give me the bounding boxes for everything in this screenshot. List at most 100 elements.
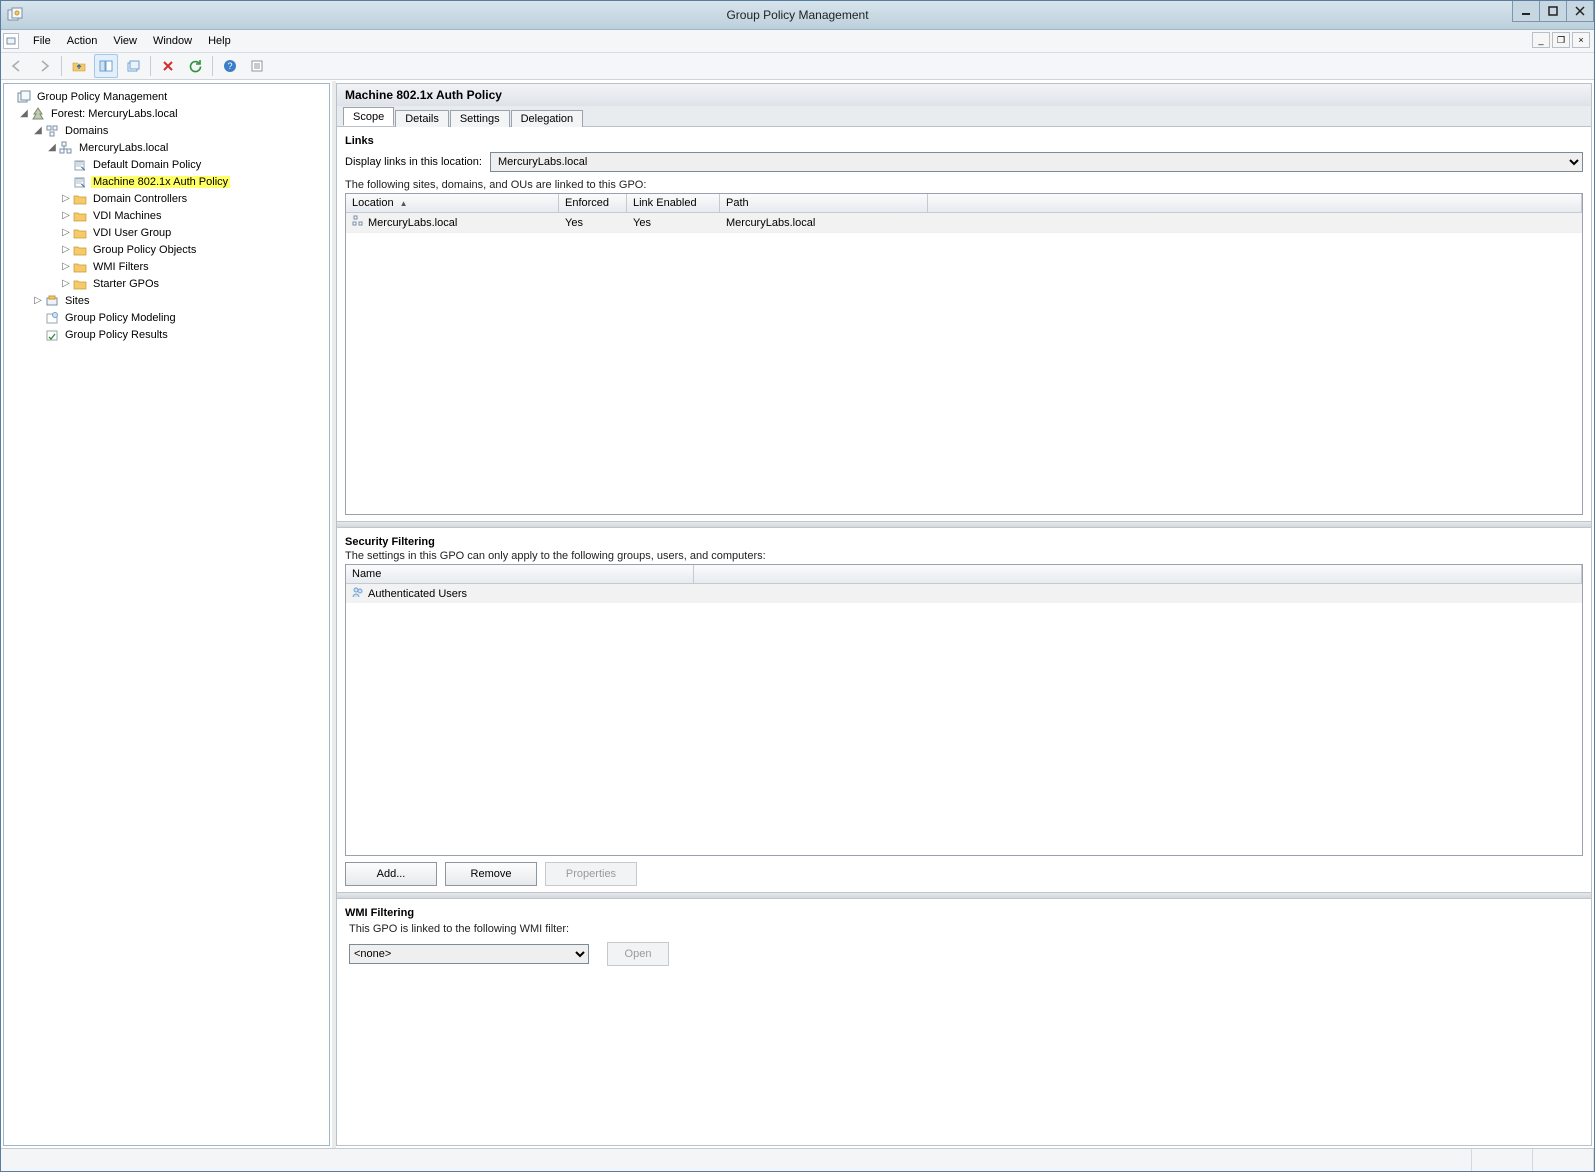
mdi-restore-button[interactable]: ❐ [1552,32,1570,48]
tree-item[interactable]: ▷WMI Filters [60,258,329,275]
gpo-link-icon [72,175,88,189]
cell-path: MercuryLabs.local [720,213,928,232]
tree-gp-results[interactable]: Group Policy Results [32,326,329,343]
properties-button[interactable]: Properties [545,862,637,886]
svg-text:?: ? [227,61,232,71]
toolbar: ? [1,53,1594,80]
system-menu-icon[interactable] [3,33,19,49]
collapse-icon[interactable]: ◢ [32,125,44,136]
domain-icon [352,215,364,230]
statusbar-cell [1,1149,1472,1171]
tree-label: Forest: MercuryLabs.local [49,108,180,120]
tree-label: Group Policy Modeling [63,312,178,324]
tab-settings[interactable]: Settings [450,110,510,127]
tree-label: VDI Machines [91,210,163,222]
tree-label: Machine 802.1x Auth Policy [91,176,230,188]
maximize-button[interactable] [1539,1,1567,22]
expand-icon[interactable]: ▷ [60,210,72,221]
security-row[interactable]: Authenticated Users [346,584,1582,603]
container-icon [72,243,88,257]
tree-label: Group Policy Results [63,329,170,341]
security-grid[interactable]: Name Authenticated Users [345,564,1583,856]
expand-icon[interactable]: ▷ [60,227,72,238]
cell-link-enabled: Yes [627,213,720,232]
col-enforced[interactable]: Enforced [559,194,627,212]
tree-item[interactable]: ▷Domain Controllers [60,190,329,207]
mdi-controls: _ ❐ × [1530,32,1590,48]
wmi-open-button[interactable]: Open [607,942,669,966]
container-icon [72,260,88,274]
tree-forest[interactable]: ◢ Forest: MercuryLabs.local [18,105,329,122]
tree-item[interactable]: Default Domain Policy [60,156,329,173]
links-grid[interactable]: Location Enforced Link Enabled Path Merc… [345,193,1583,515]
back-button[interactable] [5,54,29,78]
export-list-button[interactable] [245,54,269,78]
tree-label: Sites [63,295,91,307]
close-button[interactable] [1566,1,1594,22]
collapse-icon[interactable]: ◢ [46,142,58,153]
help-button[interactable]: ? [218,54,242,78]
new-window-button[interactable] [121,54,145,78]
add-button[interactable]: Add... [345,862,437,886]
detail-pane: Machine 802.1x Auth Policy Scope Details… [336,83,1592,1146]
col-name[interactable]: Name [346,565,694,583]
up-button[interactable] [67,54,91,78]
menu-help[interactable]: Help [200,32,239,50]
tabstrip: Scope Details Settings Delegation [336,106,1592,127]
col-path[interactable]: Path [720,194,928,212]
col-link-enabled[interactable]: Link Enabled [627,194,720,212]
mdi-minimize-button[interactable]: _ [1532,32,1550,48]
refresh-button[interactable] [183,54,207,78]
tree-item[interactable]: ▷ VDI User Group [60,224,329,241]
forward-button[interactable] [32,54,56,78]
container-icon [72,277,88,291]
results-icon [44,328,60,342]
tree-domains[interactable]: ◢ Domains [32,122,329,139]
delete-button[interactable] [156,54,180,78]
remove-button[interactable]: Remove [445,862,537,886]
menu-window[interactable]: Window [145,32,200,50]
expand-icon[interactable]: ▷ [60,193,72,204]
links-row[interactable]: MercuryLabs.localYesYesMercuryLabs.local [346,213,1582,233]
tree-label: Starter GPOs [91,278,161,290]
expand-icon[interactable]: ▷ [60,244,72,255]
tree-label: Domains [63,125,110,137]
tab-details[interactable]: Details [395,110,449,127]
tree-domain[interactable]: ◢ MercuryLabs.local [46,139,329,156]
app-window: Group Policy Management File Action View… [0,0,1595,1172]
menu-view[interactable]: View [105,32,145,50]
links-location-select[interactable]: MercuryLabs.local [490,152,1583,172]
mdi-close-button[interactable]: × [1572,32,1590,48]
expand-icon[interactable]: ▷ [60,278,72,289]
tree-gp-modeling[interactable]: Group Policy Modeling [32,309,329,326]
console-tree[interactable]: Group Policy Management ◢ Forest: Mercur… [3,83,330,1146]
expand-icon[interactable]: ▷ [60,261,72,272]
wmi-filter-select[interactable]: <none> [349,944,589,964]
section-divider [337,521,1591,528]
col-location[interactable]: Location [346,194,559,212]
tree-sites[interactable]: ▷ Sites [32,292,329,309]
ou-icon [72,192,88,206]
tree-item[interactable]: ▷ Group Policy Objects [60,241,329,258]
tree-item[interactable]: ▷ Starter GPOs [60,275,329,292]
menu-file[interactable]: File [25,32,59,50]
ou-icon [72,209,88,223]
tree-item[interactable]: ▷ VDI Machines [60,207,329,224]
tree-root[interactable]: Group Policy Management [4,88,329,105]
expand-icon[interactable]: ▷ [32,295,44,306]
statusbar-cell [1472,1149,1533,1171]
tree-label: Group Policy Objects [91,244,198,256]
tree-label: VDI User Group [91,227,173,239]
show-hide-console-tree-button[interactable] [94,54,118,78]
titlebar: Group Policy Management [1,1,1594,30]
collapse-icon[interactable]: ◢ [18,108,30,119]
sites-icon [44,294,60,308]
minimize-button[interactable] [1512,1,1540,22]
menubar: File Action View Window Help _ ❐ × [1,30,1594,53]
statusbar-cell [1533,1149,1594,1171]
tab-scope[interactable]: Scope [343,107,394,126]
tab-delegation[interactable]: Delegation [511,110,584,127]
tree-item[interactable]: Machine 802.1x Auth Policy [60,173,329,190]
menu-action[interactable]: Action [59,32,106,50]
security-heading: Security Filtering [345,536,1583,548]
